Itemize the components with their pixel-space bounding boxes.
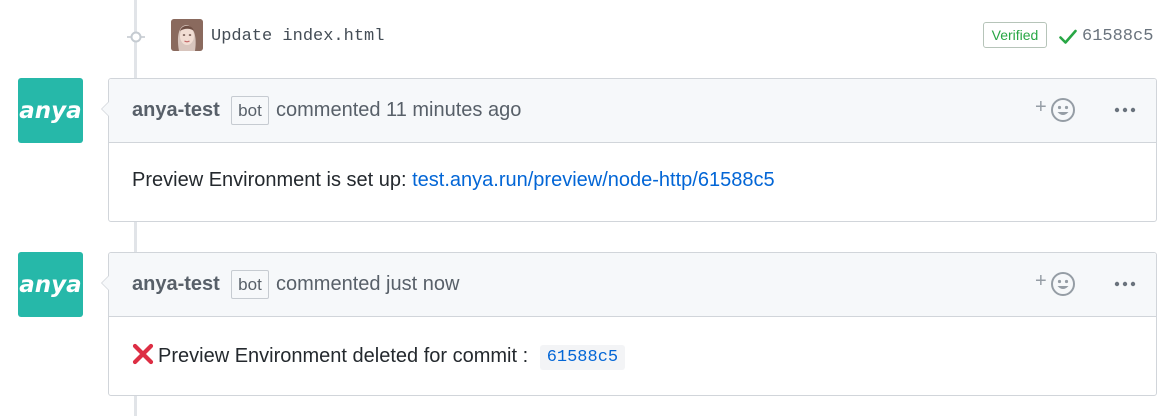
commit-author-avatar[interactable]: [171, 19, 203, 51]
comment-timestamp[interactable]: commented just now: [276, 273, 459, 296]
more-options-icon[interactable]: [1114, 281, 1136, 287]
check-icon[interactable]: [1059, 29, 1077, 45]
comment-timestamp[interactable]: commented 11 minutes ago: [276, 99, 521, 122]
comment-text: Preview Environment deleted for commit :: [158, 345, 534, 367]
plus-icon: +: [1035, 270, 1047, 292]
comment-body: Preview Environment is set up: test.anya…: [109, 143, 1156, 221]
add-reaction-button[interactable]: +: [1035, 270, 1079, 298]
comment-header: anya-test bot commented just now +: [109, 253, 1156, 317]
timeline-line-middle: [134, 222, 137, 252]
comment-author-link[interactable]: anya-test: [132, 99, 220, 122]
user-photo-avatar-icon: [171, 19, 203, 51]
avatar-logo-text: anya: [19, 271, 82, 298]
bot-avatar[interactable]: anya: [18, 252, 83, 317]
timeline-line-bottom: [134, 396, 137, 416]
comment-body: Preview Environment deleted for commit :…: [109, 317, 1156, 395]
comment-card: anya-test bot commented just now + Previ…: [101, 252, 1157, 396]
commit-sha-link[interactable]: 61588c5: [1082, 27, 1153, 46]
smiley-icon: [1051, 98, 1075, 122]
comment-text: Preview Environment is set up:: [132, 169, 413, 191]
comment-header: anya-test bot commented 11 minutes ago +: [109, 79, 1156, 143]
verified-badge[interactable]: Verified: [983, 22, 1047, 48]
bot-badge: bot: [231, 96, 269, 125]
plus-icon: +: [1035, 96, 1047, 118]
commit-sha-code[interactable]: 61588c5: [539, 345, 626, 370]
comment-author-link[interactable]: anya-test: [132, 273, 220, 296]
smiley-icon: [1051, 272, 1075, 296]
commit-node-icon: [127, 31, 145, 43]
cross-mark-icon: [132, 343, 154, 365]
bot-avatar[interactable]: anya: [18, 78, 83, 143]
add-reaction-button[interactable]: +: [1035, 96, 1079, 124]
commit-message-link[interactable]: Update index.html: [211, 27, 384, 46]
bot-badge: bot: [231, 270, 269, 299]
commit-row: Update index.html Verified 61588c5: [0, 12, 1172, 62]
avatar-logo-text: anya: [19, 97, 82, 124]
preview-environment-link[interactable]: test.anya.run/preview/node-http/61588c5: [412, 169, 774, 191]
comment-card: anya-test bot commented 11 minutes ago +…: [101, 78, 1157, 222]
more-options-icon[interactable]: [1114, 107, 1136, 113]
